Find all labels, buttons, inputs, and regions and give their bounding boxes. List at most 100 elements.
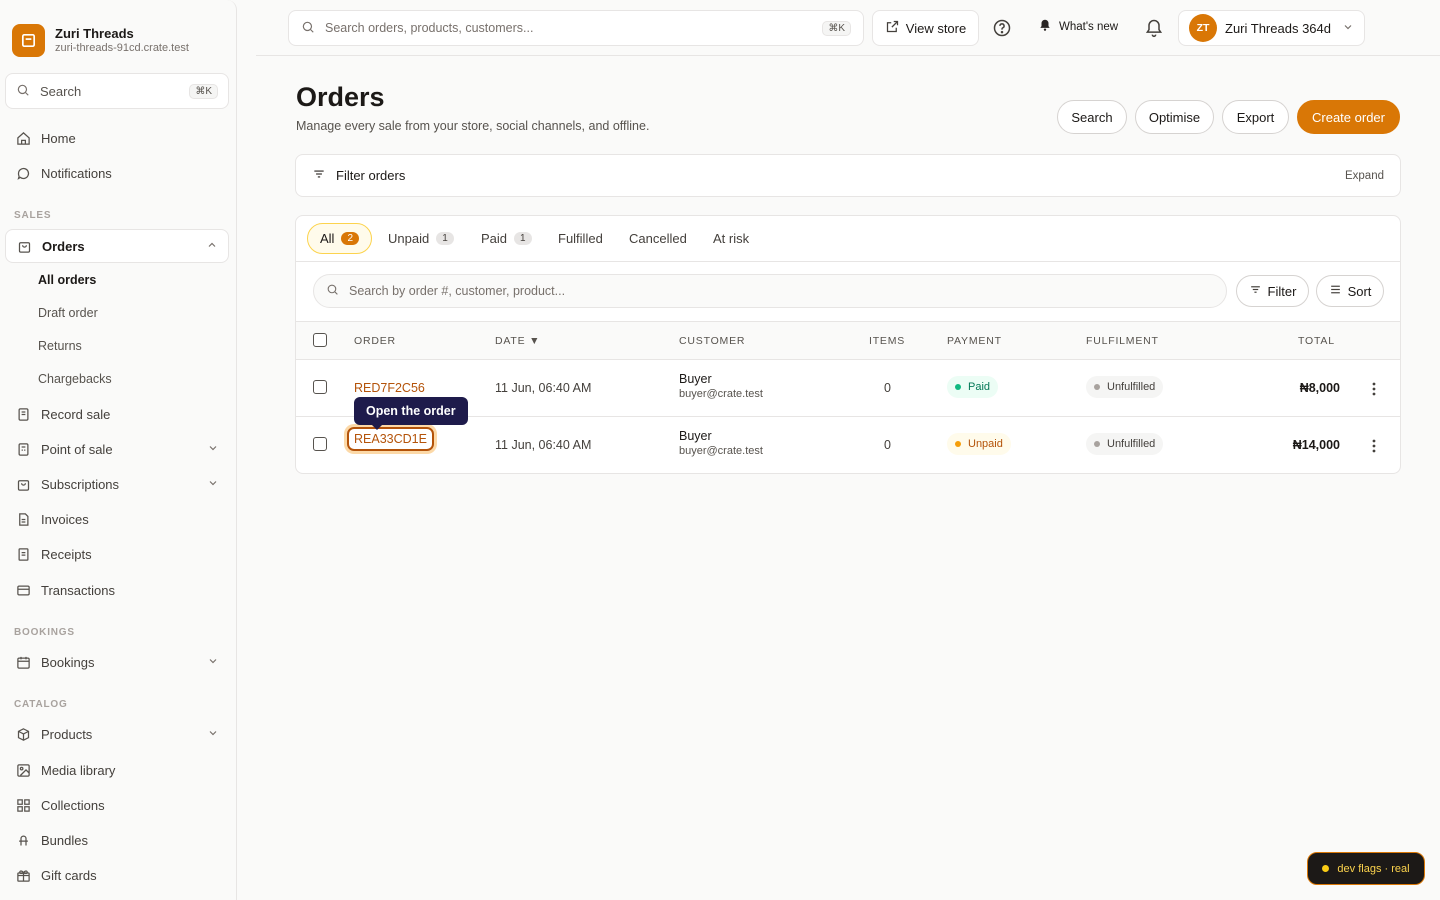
sidebar-item-transactions[interactable]: Transactions <box>5 573 229 607</box>
chat-bubble-icon <box>15 165 31 181</box>
sidebar-item-label: Products <box>41 726 93 742</box>
more-vertical-icon[interactable] <box>1366 438 1382 454</box>
filter-orders-bar[interactable]: Filter orders Expand <box>295 154 1401 197</box>
grid-icon <box>15 797 31 813</box>
account-name: Zuri Threads 364d <box>1225 20 1331 36</box>
sidebar-item-receipts[interactable]: Receipts <box>5 537 229 571</box>
sidebar-search[interactable]: Search ⌘K <box>5 73 229 109</box>
bag-icon <box>16 238 32 254</box>
sidebar-item-label: Home <box>41 130 76 146</box>
help-icon[interactable] <box>992 18 1012 38</box>
search-icon <box>16 83 30 100</box>
sidebar-item-products[interactable]: Products <box>5 717 229 751</box>
column-payment[interactable]: PAYMENT <box>947 335 1002 347</box>
customer-name: Buyer <box>679 372 712 386</box>
brand[interactable]: Zuri Threads zuri-threads-91cd.crate.tes… <box>12 24 189 57</box>
chevron-down-icon[interactable] <box>207 477 219 492</box>
sidebar-item-label: Invoices <box>41 511 89 527</box>
sort-button-label: Sort <box>1347 283 1372 299</box>
sidebar-subitem-chargebacks[interactable]: Chargebacks <box>38 372 112 386</box>
notifications-bell-icon[interactable] <box>1144 18 1164 38</box>
sidebar-item-subscriptions[interactable]: Subscriptions <box>5 467 229 501</box>
tab-label: At risk <box>713 231 750 246</box>
fulfilment-status-badge: Unfulfilled <box>1086 376 1164 398</box>
column-customer[interactable]: CUSTOMER <box>679 335 745 347</box>
filter-button[interactable]: Filter <box>1236 275 1309 307</box>
store-name: Zuri Threads <box>55 26 134 41</box>
chevron-down-icon[interactable] <box>207 727 219 742</box>
tab-paid[interactable]: Paid 1 <box>469 223 544 254</box>
sidebar-item-orders[interactable]: Orders <box>5 229 229 263</box>
sidebar-item-label: Orders <box>42 238 85 254</box>
sidebar-item-bundles[interactable]: Bundles <box>5 823 229 857</box>
table-row[interactable]: REA33CD1E 11 Jun, 06:40 AM Buyer buyer@c… <box>296 417 1400 473</box>
more-vertical-icon[interactable] <box>1366 381 1382 397</box>
tab-label: Cancelled <box>629 231 687 246</box>
gift-icon <box>15 867 31 883</box>
order-number-link[interactable]: REA33CD1E <box>347 427 434 451</box>
orders-card: All 2 Unpaid 1 Paid 1 Fulfilled Cancelle… <box>295 215 1401 474</box>
account-switcher[interactable]: ZT Zuri Threads 364d <box>1178 10 1365 46</box>
sidebar-item-bookings[interactable]: Bookings <box>5 645 229 679</box>
row-checkbox[interactable] <box>313 437 327 451</box>
view-store-label: View store <box>905 20 967 36</box>
sidebar-item-media-library[interactable]: Media library <box>5 753 229 787</box>
item-count: 0 <box>884 381 891 395</box>
sidebar-subitem-returns[interactable]: Returns <box>38 339 82 353</box>
sidebar-item-record-sale[interactable]: Record sale <box>5 397 229 431</box>
global-search-input[interactable]: Search orders, products, customers... ⌘K <box>288 10 864 46</box>
status-dot <box>955 441 961 447</box>
sidebar-item-gift-cards[interactable]: Gift cards <box>5 858 229 892</box>
sidebar-subitem-all-orders[interactable]: All orders <box>38 273 96 287</box>
column-fulfilment[interactable]: FULFILMENT <box>1086 335 1159 347</box>
tab-all[interactable]: All 2 <box>307 223 373 254</box>
column-order[interactable]: ORDER <box>354 335 396 347</box>
sidebar-item-invoices[interactable]: Invoices <box>5 502 229 536</box>
customer-name: Buyer <box>679 429 712 443</box>
tab-label: Fulfilled <box>558 231 603 246</box>
tab-cancelled[interactable]: Cancelled <box>617 223 699 254</box>
dev-flags-label: dev flags · real <box>1337 862 1410 875</box>
select-all-checkbox[interactable] <box>313 333 327 347</box>
whats-new-button[interactable]: What's new <box>1038 18 1118 35</box>
tab-label: All <box>320 231 335 246</box>
dev-flags-pill[interactable]: dev flags · real <box>1307 852 1425 885</box>
section-label-catalog: CATALOG <box>14 699 68 710</box>
order-search-input[interactable]: Search by order #, customer, product... <box>313 274 1227 308</box>
fulfilment-status-label: Unfulfilled <box>1107 381 1156 393</box>
search-button[interactable]: Search <box>1057 100 1127 134</box>
fulfilment-status-label: Unfulfilled <box>1107 438 1156 450</box>
sidebar-item-home[interactable]: Home <box>5 121 229 155</box>
order-number-link[interactable]: RED7F2C56 <box>354 381 425 395</box>
external-link-icon <box>885 19 900 37</box>
section-label-sales: SALES <box>14 210 52 221</box>
box-icon <box>15 726 31 742</box>
sidebar-subitem-draft-order[interactable]: Draft order <box>38 306 98 320</box>
sidebar-item-label: Bundles <box>41 832 88 848</box>
tab-fulfilled[interactable]: Fulfilled <box>546 223 615 254</box>
sidebar-item-notifications[interactable]: Notifications <box>5 156 229 190</box>
status-dot <box>955 384 961 390</box>
chevron-down-icon[interactable] <box>207 442 219 457</box>
status-dot <box>1094 384 1100 390</box>
expand-link[interactable]: Expand <box>1345 170 1384 182</box>
column-date[interactable]: DATE ▼ <box>495 335 540 347</box>
order-total: ₦14,000 <box>1292 438 1340 452</box>
column-items[interactable]: ITEMS <box>869 335 905 347</box>
export-button[interactable]: Export <box>1222 100 1289 134</box>
tab-unpaid[interactable]: Unpaid 1 <box>376 223 466 254</box>
create-order-button[interactable]: Create order <box>1297 100 1400 134</box>
sidebar-item-label: Receipts <box>41 546 92 562</box>
store-domain: zuri-threads-91cd.crate.test <box>55 42 189 54</box>
tab-count-badge: 2 <box>341 232 360 245</box>
sidebar-item-point-of-sale[interactable]: Point of sale <box>5 432 229 466</box>
tab-at-risk[interactable]: At risk <box>701 223 761 254</box>
sort-button[interactable]: Sort <box>1316 275 1384 307</box>
column-total[interactable]: TOTAL <box>1298 335 1335 347</box>
chevron-down-icon[interactable] <box>207 655 219 670</box>
sidebar-item-collections[interactable]: Collections <box>5 788 229 822</box>
row-checkbox[interactable] <box>313 380 327 394</box>
optimise-button[interactable]: Optimise <box>1135 100 1214 134</box>
view-store-button[interactable]: View store <box>872 10 979 46</box>
chevron-up-icon[interactable] <box>206 239 218 254</box>
